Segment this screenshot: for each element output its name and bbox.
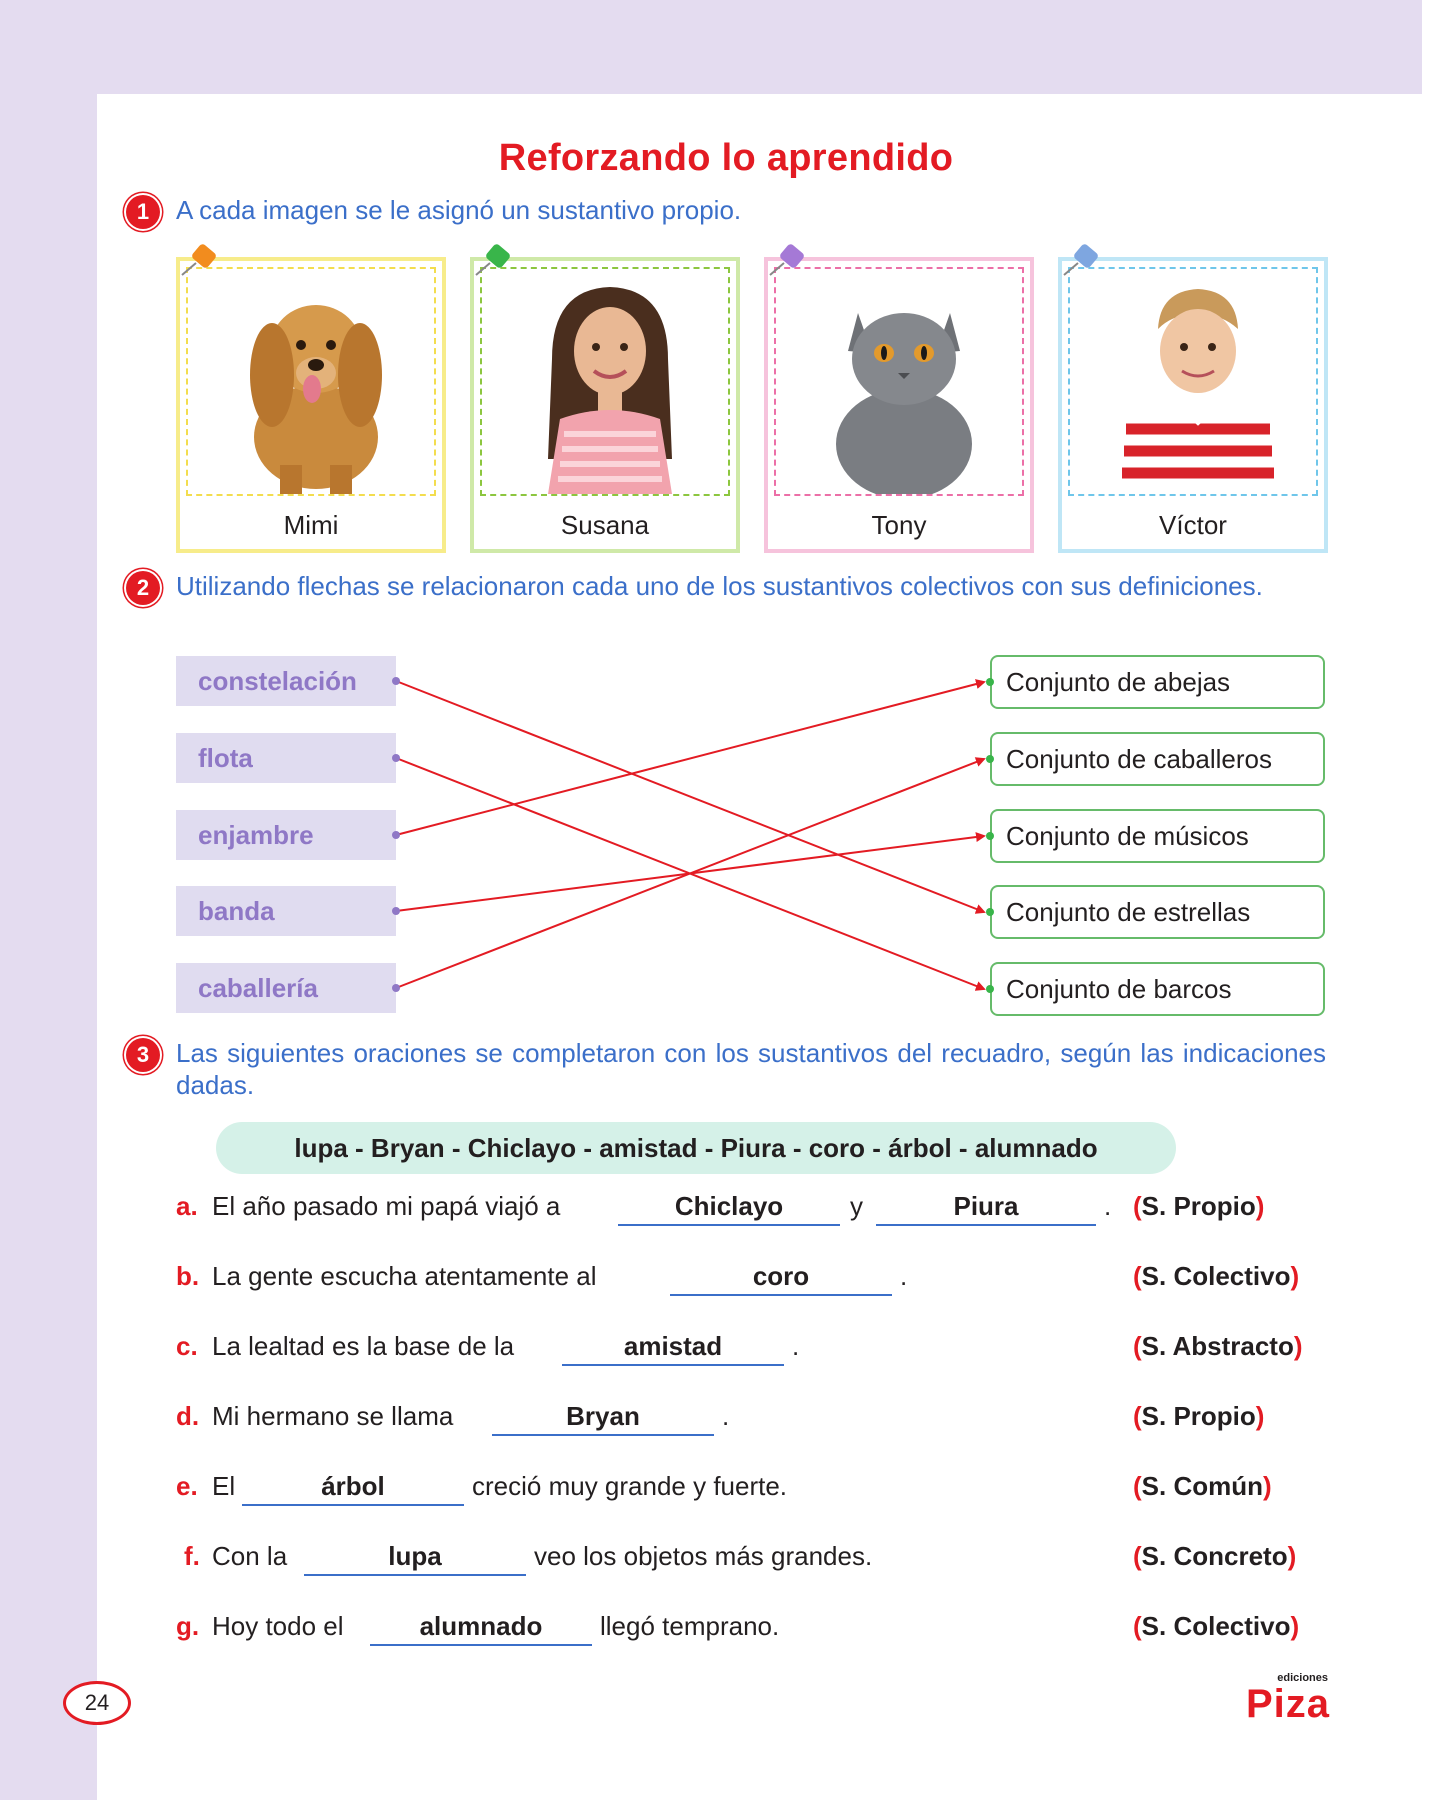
sentence-b: b. La gente escucha atentamente al coro … [0,1256,1452,1296]
sentence-g: g. Hoy todo el alumnado llegó temprano. … [0,1606,1452,1646]
definition-dot [986,755,994,763]
answer-blank: árbol [242,1466,464,1506]
sentence-text: llegó temprano. [600,1611,780,1641]
sentence-e: e. El árbol creció muy grande y fuerte. … [0,1466,1452,1506]
sentence-text: . [792,1331,800,1361]
sentence-text: La lealtad es la base de la [212,1331,515,1361]
sentence-text: Hoy todo el [212,1611,344,1641]
definition-dot [986,678,994,686]
noun-category: (S. Abstracto) [1133,1331,1303,1361]
term-dot [392,677,400,685]
term-dot [392,907,400,915]
noun-category: (S. Propio) [1133,1401,1265,1431]
sentence-text: . [1104,1191,1112,1221]
answer-blank: Bryan [492,1396,714,1436]
term-dot [392,754,400,762]
sentence-text: El [212,1471,236,1501]
term-dot [392,831,400,839]
sentence-text: Mi hermano se llama [212,1401,454,1431]
sentence-letter: d. [176,1401,200,1431]
noun-category: (S. Común) [1133,1471,1272,1501]
answer-blank: lupa [304,1536,526,1576]
sentence-letter: e. [176,1471,198,1501]
answer-blank: Chiclayo [618,1186,840,1226]
answer-blank: coro [670,1256,892,1296]
sentence-text: Con la [212,1541,288,1571]
publisher-logo: ediciones Piza [1226,1672,1332,1732]
noun-category: (S. Concreto) [1133,1541,1297,1571]
sentence-text: veo los objetos más grandes. [534,1541,873,1571]
answer-blank: Piura [876,1186,1096,1226]
sentence-letter: a. [176,1191,198,1221]
sentence-d: d. Mi hermano se llama Bryan . (S. Propi… [0,1396,1452,1436]
noun-category: (S. Propio) [1133,1191,1265,1221]
sentence-letter: c. [176,1331,198,1361]
sentence-text: La gente escucha atentamente al [212,1261,597,1291]
page-number: 24 [63,1681,131,1725]
word-bank: lupa - Bryan - Chiclayo - amistad - Piur… [216,1122,1176,1174]
sentence-text: creció muy grande y fuerte. [472,1471,788,1501]
sentence-f: f. Con la lupa veo los objetos más grand… [0,1536,1452,1576]
logo-text: Piza [1245,1682,1330,1726]
term-dot [392,984,400,992]
sentence-text: y [850,1191,863,1221]
noun-category: (S. Colectivo) [1133,1611,1300,1641]
definition-dot [986,832,994,840]
sentence-letter: g. [176,1611,200,1641]
match-arrow [395,680,986,914]
section-number-3: 3 [126,1038,160,1072]
sentence-a: a. El año pasado mi papá viajó a Chiclay… [0,1186,1452,1226]
answer-blank: amistad [562,1326,784,1366]
sentence-text: . [900,1261,908,1291]
match-arrows [392,677,994,993]
match-arrow [395,679,986,836]
section3-instruction: Las siguientes oraciones se completaron … [176,1038,1326,1100]
definition-dot [986,908,994,916]
sentence-text: . [722,1401,730,1431]
sentence-letter: b. [176,1261,200,1291]
sentence-letter: f. [184,1541,200,1571]
definition-dot [986,985,994,993]
sentence-text: El año pasado mi papá viajó a [212,1191,561,1221]
answer-blank: alumnado [370,1606,592,1646]
noun-category: (S. Colectivo) [1133,1261,1300,1291]
sentence-c: c. La lealtad es la base de la amistad .… [0,1326,1452,1366]
